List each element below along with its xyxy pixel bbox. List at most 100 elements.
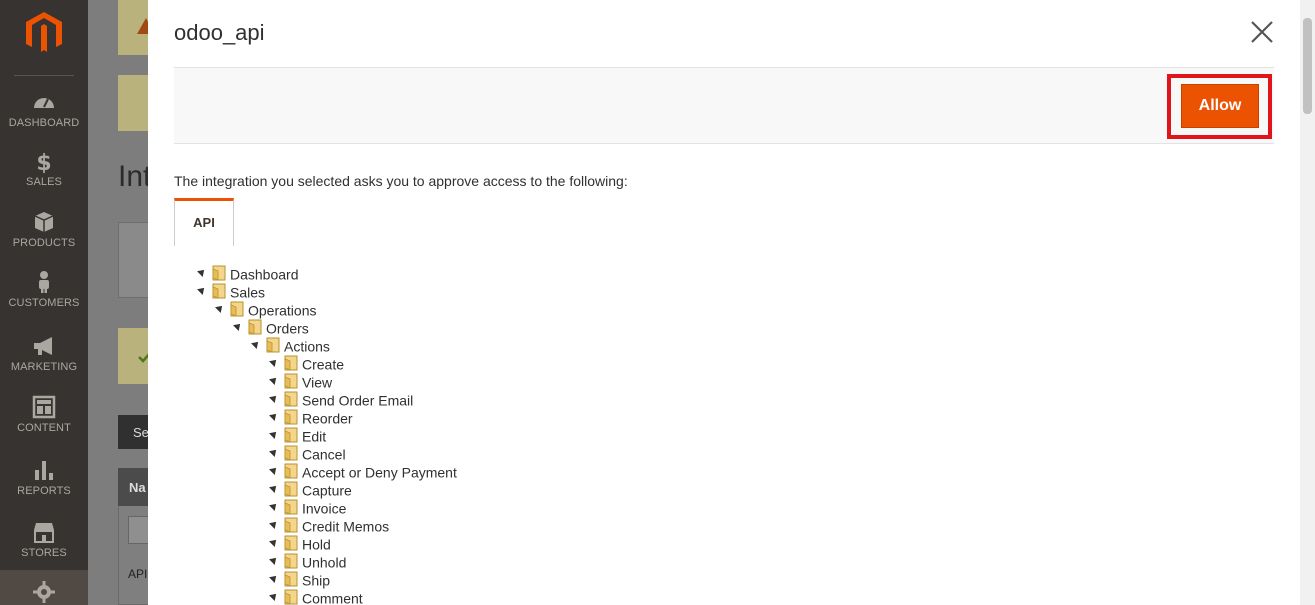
content-layout-icon [32,395,56,419]
tree-node[interactable]: Operations [215,300,317,319]
tree-node-label: Operations [248,302,317,319]
expand-triangle-icon[interactable] [269,591,279,602]
scrollbar-thumb[interactable] [1303,18,1312,114]
sidebar-item-products[interactable]: PRODUCTS [0,210,88,272]
tree-node[interactable]: Orders [233,318,309,337]
svg-text:$: $ [36,151,51,173]
box-icon [34,212,54,232]
expand-triangle-icon[interactable] [269,501,279,512]
storefront-icon [34,523,54,543]
expand-triangle-icon[interactable] [251,339,261,350]
sidebar-item-label: MARKETING [10,361,78,373]
expand-triangle-icon[interactable] [269,519,279,530]
sidebar-item-dashboard[interactable]: DASHBOARD [0,90,88,152]
expand-triangle-icon[interactable] [269,357,279,368]
sidebar-item-label: SALES [26,176,62,188]
expand-triangle-icon[interactable] [269,537,279,548]
tree-node-label: Create [302,356,345,373]
sidebar-item-label: REPORTS [17,485,71,497]
folder-icon [284,535,298,551]
expand-triangle-icon[interactable] [269,429,279,440]
tree-node[interactable]: Cancel [269,444,346,462]
logo-separator [14,75,74,76]
tree-node[interactable]: Ship [269,570,331,589]
gear-icon [33,581,55,603]
page-scrollbar[interactable] [1300,0,1315,605]
folder-icon [212,265,226,281]
sidebar-item-label: STORES [21,547,67,559]
expand-triangle-icon[interactable] [269,483,279,494]
sidebar-item-label: DASHBOARD [8,117,80,129]
dollar-icon: $ [36,151,51,173]
tree-node-label: Accept or Deny Payment [302,464,457,481]
magento-logo-icon[interactable] [26,12,62,52]
tree-node-label: Send Order Email [302,392,414,409]
folder-icon [212,283,226,299]
sidebar-item-sales[interactable]: $ SALES [0,149,88,211]
person-icon [39,271,49,293]
expand-triangle-icon[interactable] [197,267,207,278]
expand-triangle-icon[interactable] [215,303,225,314]
expand-triangle-icon[interactable] [269,411,279,422]
tree-node-label: Ship [302,572,331,589]
modal-title: odoo_api [174,20,265,45]
allow-button[interactable]: Allow [1181,84,1259,128]
expand-triangle-icon[interactable] [269,555,279,566]
tree-node[interactable]: Unhold [269,552,347,571]
folder-icon [284,409,298,425]
tree-node[interactable]: Reorder [269,408,353,427]
tree-node-label: Reorder [302,410,353,427]
tree-node[interactable]: Comment [269,588,363,605]
tree-node[interactable]: Accept or Deny Payment [269,462,457,481]
tree-node[interactable]: Hold [269,534,331,553]
expand-triangle-icon[interactable] [269,573,279,584]
tree-node[interactable]: Credit Memos [269,516,389,534]
tree-node-label: Sales [230,284,266,301]
folder-icon [230,301,244,317]
folder-icon [284,499,298,515]
folder-icon [284,589,298,605]
sidebar-item-customers[interactable]: CUSTOMERS [0,270,88,332]
tree-node[interactable]: Create [269,354,345,373]
expand-triangle-icon[interactable] [233,321,243,332]
tree-node-label: Hold [302,536,331,553]
expand-triangle-icon[interactable] [269,447,279,458]
folder-icon [284,571,298,587]
folder-icon [284,463,298,479]
sidebar-item-content[interactable]: CONTENT [0,395,88,457]
folder-icon [284,373,298,389]
background-page-title: Int [118,160,152,193]
expand-triangle-icon[interactable] [269,393,279,404]
sidebar-item-label: PRODUCTS [12,237,76,249]
tree-node[interactable]: Invoice [269,498,346,516]
folder-icon [284,481,298,497]
dashboard-gauge-icon [34,98,54,108]
folder-icon [284,391,298,407]
tree-node[interactable]: View [269,372,332,390]
tree-node-label: Orders [266,320,309,337]
tree-node[interactable]: Sales [197,282,266,301]
folder-icon [284,445,298,461]
expand-triangle-icon[interactable] [269,375,279,386]
expand-triangle-icon[interactable] [269,465,279,476]
sidebar-item-marketing[interactable]: MARKETING [0,334,88,396]
sidebar-item-label: CUSTOMERS [8,297,80,309]
background-grid-cell: API [128,567,148,581]
sidebar-item-label: CONTENT [17,422,71,434]
sidebar-item-system[interactable] [0,570,88,605]
expand-triangle-icon[interactable] [197,285,207,296]
folder-icon [248,319,262,335]
tree-node-label: Dashboard [230,266,299,283]
admin-sidebar: DASHBOARD $ SALES PRODUCTS CUSTOMERS MAR… [0,0,88,605]
tree-node[interactable]: Send Order Email [269,390,414,409]
tree-node[interactable]: Capture [269,480,352,498]
tree-node-label: Unhold [302,554,347,571]
close-icon[interactable] [1248,18,1276,46]
tree-node[interactable]: Actions [251,336,330,354]
tab-api[interactable]: API [174,198,234,246]
tree-node[interactable]: Dashboard [197,264,299,283]
folder-icon [284,427,298,443]
sidebar-item-reports[interactable]: REPORTS [0,458,88,520]
tree-node[interactable]: Edit [269,426,326,444]
integration-permission-modal: odoo_api Allow The integration you selec… [148,0,1300,605]
